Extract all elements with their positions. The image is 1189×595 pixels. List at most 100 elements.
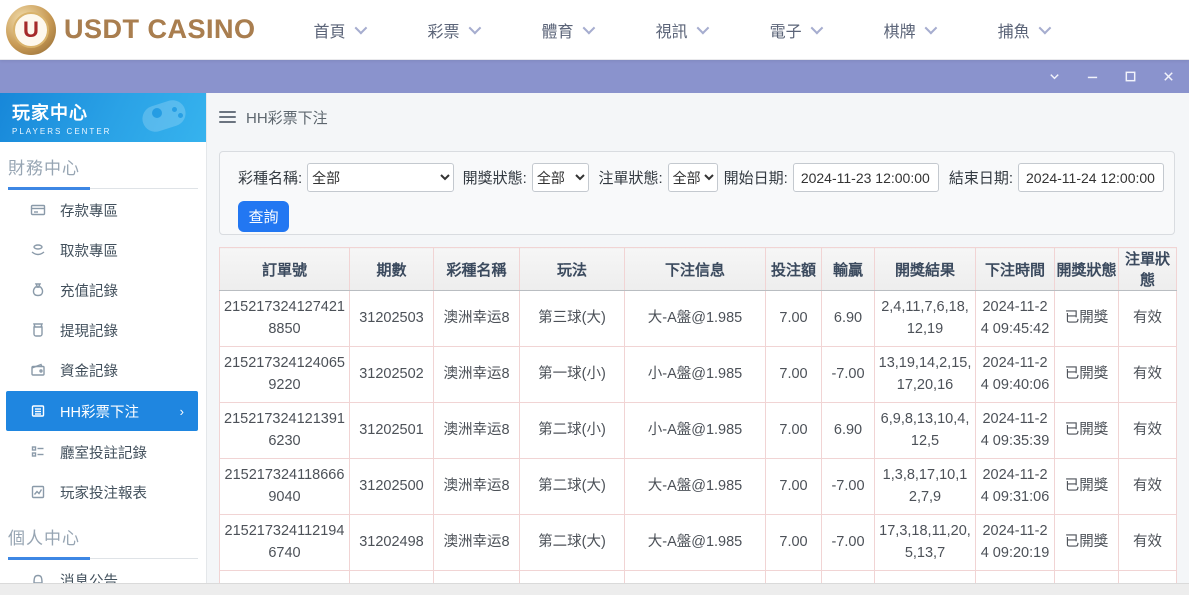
page-title: HH彩票下注 xyxy=(246,109,328,127)
nav-item-live[interactable]: 視訊 xyxy=(656,18,709,42)
column-header: 輸贏 xyxy=(821,247,875,291)
cell-win-loss: 6.90 xyxy=(821,290,875,347)
draw-status-select[interactable]: 全部 xyxy=(531,163,590,192)
sidebar-item-label: 取款專區 xyxy=(60,243,118,260)
report-chart-icon xyxy=(30,484,47,501)
section-underline xyxy=(8,187,198,190)
sidebar-item-deposit[interactable]: 存款專區 xyxy=(0,190,206,230)
nav-label: 彩票 xyxy=(427,23,460,41)
nav-item-sports[interactable]: 體育 xyxy=(541,18,595,42)
sidebar-item-withdraw[interactable]: 取款專區 xyxy=(0,230,206,270)
cell-order-no: 2152173241121946740 xyxy=(219,514,350,571)
end-date-input[interactable] xyxy=(1018,163,1164,192)
nav-item-lottery[interactable]: 彩票 xyxy=(427,18,481,42)
window-titlebar xyxy=(0,60,1189,93)
order-status-select[interactable]: 全部 xyxy=(667,163,718,192)
logo-letter: U xyxy=(13,11,49,48)
chevron-down-icon xyxy=(354,21,367,35)
cell-play-type: 第二球(大) xyxy=(519,458,625,515)
cell-bet-amount: 7.00 xyxy=(765,514,822,571)
column-header: 訂單號 xyxy=(219,247,350,291)
sidebar-item-withdrawal-record[interactable]: 提現記錄 xyxy=(0,310,206,350)
sidebar-item-label: 提現記錄 xyxy=(60,323,118,340)
cell-order-no: 2152173241274218850 xyxy=(219,290,350,347)
cell-win-loss: -7.00 xyxy=(821,514,875,571)
cell-period: 31202500 xyxy=(349,458,434,515)
cell-bet-amount: 7.00 xyxy=(765,402,822,459)
bets-table: 訂單號 期數 彩種名稱 玩法 下注信息 投注額 輸贏 開獎結果 下注時間 開獎狀態 注單狀態 215… xyxy=(219,247,1177,583)
cell-draw-status: 已開獎 xyxy=(1054,402,1119,459)
filter-row: 彩種名稱: 全部 開獎狀態: 全部 注單狀態: 全部 開始日期: 結束日期: xyxy=(238,163,1174,192)
horizontal-scrollbar-track[interactable] xyxy=(0,583,1189,595)
column-header: 彩種名稱 xyxy=(433,247,520,291)
table-row: 2152173241186669040 31202500 澳洲幸运8 第二球(大… xyxy=(219,458,1177,515)
window-chevron-button[interactable] xyxy=(1047,70,1061,84)
hamburger-menu-icon[interactable] xyxy=(219,111,236,123)
draw-status-filter-label: 開獎狀態: xyxy=(462,170,527,187)
sidebar-item-room-bet-record[interactable]: 廳室投註記錄 xyxy=(0,432,206,472)
cell-draw-status: 已開獎 xyxy=(1054,346,1119,403)
column-header: 下注信息 xyxy=(624,247,766,291)
end-date-label: 結束日期: xyxy=(948,170,1013,187)
sidebar-item-label: 消息公告 xyxy=(60,573,118,584)
cell-play-type: 第一球(小) xyxy=(519,346,625,403)
column-header: 投注額 xyxy=(765,247,822,291)
lottery-filter-label: 彩種名稱: xyxy=(238,170,303,187)
nav-item-home[interactable]: 首頁 xyxy=(313,18,367,42)
sidebar-item-label: 廳室投註記錄 xyxy=(60,445,147,462)
section-underline xyxy=(8,557,198,560)
breadcrumb: HH彩票下注 xyxy=(219,93,1175,141)
cell-play-type: 第二球(大) xyxy=(519,514,625,571)
nav-item-cards[interactable]: 棋牌 xyxy=(884,18,937,42)
table-row: 2152173241213916230 31202501 澳洲幸运8 第二球(小… xyxy=(219,402,1177,459)
nav-item-fishing[interactable]: 捕魚 xyxy=(997,18,1051,42)
table-row: 2152173241121946740 31202498 澳洲幸运8 第二球(大… xyxy=(219,514,1177,571)
cell-order-status: 有效 xyxy=(1118,402,1177,459)
lottery-list-icon xyxy=(30,403,47,420)
cell-order-status: 有效 xyxy=(1118,290,1177,347)
cell-order-status: 有效 xyxy=(1118,514,1177,571)
nav-label: 首頁 xyxy=(313,23,346,41)
cell-bet-time: 2024-11-24 09:20:19 xyxy=(975,514,1055,571)
lottery-select[interactable]: 全部 xyxy=(307,163,454,192)
sidebar-item-label: 充值記錄 xyxy=(60,283,118,300)
cell-win-loss: -7.00 xyxy=(821,346,875,403)
gamepad-decoration-icon xyxy=(132,96,192,139)
chevron-down-icon xyxy=(468,21,481,35)
sidebar-item-player-report[interactable]: 玩家投注報表 xyxy=(0,472,206,512)
sidebar-item-lottery-bets[interactable]: HH彩票下注 › xyxy=(6,391,198,431)
funds-wallet-icon xyxy=(30,362,47,379)
brand-logo-icon: U xyxy=(6,4,56,55)
order-status-filter-label: 注單狀態: xyxy=(598,170,663,187)
cell-draw-status: 已開獎 xyxy=(1054,514,1119,571)
nav-label: 捕魚 xyxy=(997,23,1030,41)
sidebar-item-funds-record[interactable]: 資金記錄 xyxy=(0,350,206,390)
cell-lottery-name: 澳洲幸运8 xyxy=(433,346,520,403)
section-personal: 個人中心 xyxy=(8,524,206,560)
chevron-down-icon xyxy=(696,21,709,35)
cell-bet-amount: 7.00 xyxy=(765,290,822,347)
brand[interactable]: U USDT CASINO xyxy=(6,4,256,55)
cell-order-status: 有效 xyxy=(1118,458,1177,515)
table-row: 2152173241240659220 31202502 澳洲幸运8 第一球(小… xyxy=(219,346,1177,403)
window-minimize-button[interactable] xyxy=(1085,70,1099,84)
cell-bet-time: 2024-11-24 09:31:06 xyxy=(975,458,1055,515)
filter-panel: 彩種名稱: 全部 開獎狀態: 全部 注單狀態: 全部 開始日期: 結束日期: xyxy=(219,151,1175,235)
sidebar-item-recharge-record[interactable]: 充值記錄 xyxy=(0,270,206,310)
search-button[interactable]: 查詢 xyxy=(238,201,289,232)
cell-period: 31202503 xyxy=(349,290,434,347)
window-close-button[interactable] xyxy=(1161,70,1175,84)
sidebar-item-label: HH彩票下注 xyxy=(60,404,139,421)
nav-label: 體育 xyxy=(541,23,574,41)
sidebar-item-label: 存款專區 xyxy=(60,203,118,220)
cell-play-type: 第三球(大) xyxy=(519,290,625,347)
workspace: 玩家中心 PLAYERS CENTER 財務中心 存款專區 取款專區 充值記錄 … xyxy=(0,93,1189,583)
sidebar-item-label: 資金記錄 xyxy=(60,363,118,380)
sidebar-item-messages[interactable]: 消息公告 xyxy=(0,560,206,583)
start-date-input[interactable] xyxy=(792,163,939,192)
section-title: 個人中心 xyxy=(8,529,80,548)
window-maximize-button[interactable] xyxy=(1123,70,1137,84)
nav-item-slots[interactable]: 電子 xyxy=(770,18,823,42)
cell-period: 31202498 xyxy=(349,514,434,571)
chevron-down-icon xyxy=(582,21,595,35)
